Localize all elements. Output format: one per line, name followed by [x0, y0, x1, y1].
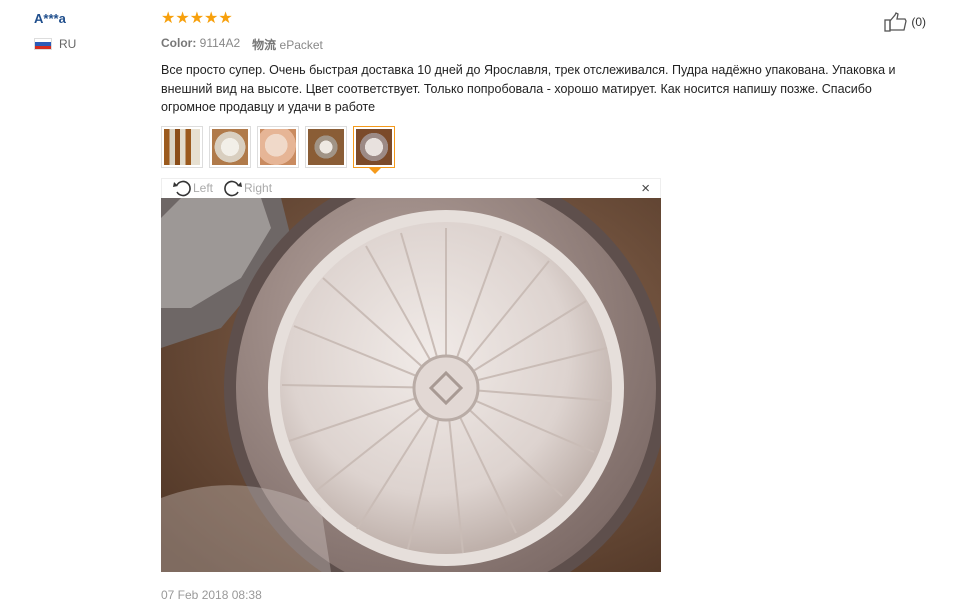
russia-flag-icon — [34, 38, 52, 50]
image-viewer: Left Right × — [161, 177, 661, 572]
review-photo — [161, 197, 661, 572]
shipping-label: 物流 — [252, 38, 277, 52]
rotate-right-button[interactable]: Right — [223, 179, 272, 197]
rotate-right-icon — [224, 180, 243, 197]
image-viewer-toolbar: Left Right × — [161, 177, 661, 198]
star-icon: ★ — [161, 10, 176, 27]
rotate-left-label: Left — [193, 181, 214, 195]
star-icon: ★ — [204, 10, 219, 27]
star-icon: ★ — [218, 10, 233, 27]
review-thumbnail-selected[interactable] — [353, 125, 395, 174]
thumbs-up-icon — [884, 12, 908, 32]
color-value: 9114A2 — [199, 36, 241, 50]
reviewer-country: RU — [34, 37, 144, 51]
shipping-value: ePacket — [279, 38, 323, 52]
star-icon: ★ — [175, 10, 190, 27]
review-thumbnail[interactable] — [305, 125, 347, 168]
close-viewer-button[interactable]: × — [641, 180, 650, 197]
rotate-right-label: Right — [244, 181, 273, 195]
order-attributes: Color: 9114A2 物流 ePacket — [161, 36, 921, 53]
color-label: Color: — [161, 36, 197, 50]
review-thumbnail[interactable] — [209, 125, 251, 168]
review-text: Все просто супер. Очень быстрая доставка… — [161, 63, 896, 114]
review-thumbnails — [161, 125, 921, 174]
review-date: 07 Feb 2018 08:38 — [161, 587, 262, 602]
rotate-left-button[interactable]: Left — [172, 179, 213, 197]
helpful-count: (0) — [911, 15, 926, 29]
country-code: RU — [59, 37, 77, 51]
review-thumbnail[interactable] — [161, 125, 203, 168]
powder-compact-image — [161, 197, 661, 572]
star-icon: ★ — [189, 10, 205, 27]
star-rating: ★ ★ ★ ★ ★ — [161, 10, 921, 28]
review-thumbnail[interactable] — [257, 125, 299, 168]
reviewer-name: A***a — [34, 11, 66, 26]
review-body: ★ ★ ★ ★ ★ Color: 9114A2 物流 ePacket Все п… — [161, 10, 921, 602]
reviewer-info: A***a RU — [34, 10, 144, 51]
shipping-attribute: 物流 ePacket — [252, 36, 323, 53]
helpful-button[interactable]: (0) — [884, 12, 926, 32]
rotate-left-icon — [173, 180, 191, 197]
color-attribute: Color: 9114A2 — [161, 36, 240, 53]
